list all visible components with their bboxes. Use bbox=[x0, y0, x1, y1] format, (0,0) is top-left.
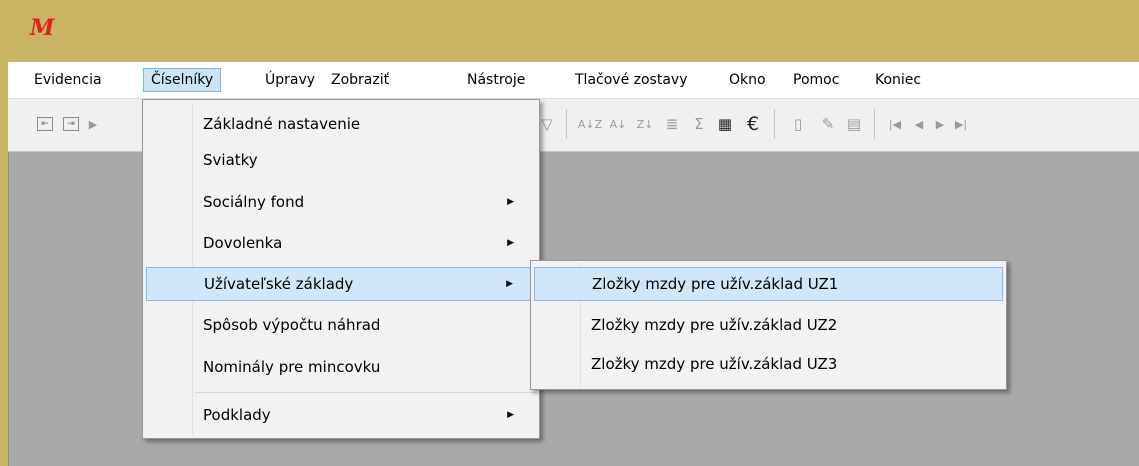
menu-item-label: Základné nastavenie bbox=[203, 115, 361, 133]
back-icon[interactable]: ⇤ bbox=[34, 113, 56, 135]
sort-za-icon[interactable]: Z↓ bbox=[634, 113, 656, 135]
sort-az-down-icon[interactable]: A↓ bbox=[607, 113, 629, 135]
menu-okno[interactable]: Okno bbox=[722, 68, 773, 92]
menu-item-label: Zložky mzdy pre užív.základ UZ1 bbox=[592, 275, 839, 293]
menu-nastroje[interactable]: Nástroje bbox=[460, 68, 532, 92]
menu-item-label: Sviatky bbox=[203, 151, 258, 169]
menu-item-label: Zložky mzdy pre užív.základ UZ2 bbox=[591, 316, 838, 334]
menu-koniec[interactable]: Koniec bbox=[868, 68, 928, 92]
menu-item-label: Užívateľské základy bbox=[204, 275, 354, 293]
properties-icon[interactable]: ▤ bbox=[843, 113, 865, 135]
menu-bar: Evidencia Číselníky Úpravy Zobraziť Nást… bbox=[8, 62, 1139, 99]
menu-item-dovolenka[interactable]: Dovolenka ▶ bbox=[146, 226, 536, 260]
title-bar: M bbox=[0, 0, 1139, 62]
menu-item-uzivatelske-zaklady[interactable]: Užívateľské základy ▶ bbox=[146, 267, 536, 301]
menu-upravy[interactable]: Úpravy bbox=[258, 68, 322, 92]
menu-item-label: Dovolenka bbox=[203, 234, 283, 252]
menu-item-label: Zložky mzdy pre užív.základ UZ3 bbox=[591, 355, 838, 373]
last-record-icon[interactable]: ▶| bbox=[950, 113, 972, 135]
menu-item-label: Spôsob výpočtu náhrad bbox=[203, 316, 381, 334]
submenu-item-uz2[interactable]: Zložky mzdy pre užív.základ UZ2 bbox=[534, 308, 1003, 342]
submenu-arrow-icon: ▶ bbox=[506, 279, 513, 289]
menu-pomoc[interactable]: Pomoc bbox=[786, 68, 846, 92]
sigma-icon[interactable]: Σ bbox=[688, 113, 710, 135]
menu-item-label: Nominály pre mincovku bbox=[203, 358, 381, 376]
menu-item-label: Sociálny fond bbox=[203, 193, 305, 211]
first-record-icon[interactable]: |◀ bbox=[884, 113, 906, 135]
menu-item-socialny-fond[interactable]: Sociálny fond ▶ bbox=[146, 185, 536, 219]
menu-zobrazit[interactable]: Zobraziť bbox=[324, 68, 396, 92]
euro-icon[interactable]: € bbox=[742, 113, 764, 135]
ciselniky-dropdown: Základné nastavenie Sviatky Sociálny fon… bbox=[142, 99, 540, 439]
submenu-item-uz1[interactable]: Zložky mzdy pre užív.základ UZ1 bbox=[534, 267, 1003, 301]
uzivatelske-zaklady-submenu: Zložky mzdy pre užív.základ UZ1 Zložky m… bbox=[530, 260, 1007, 390]
prev-record-icon[interactable]: ◀ bbox=[908, 113, 930, 135]
menu-item-nominaly-pre-mincovku[interactable]: Nominály pre mincovku bbox=[146, 350, 536, 384]
menu-item-sposob-vypoctu-nahrad[interactable]: Spôsob výpočtu náhrad bbox=[146, 308, 536, 342]
menu-item-label: Podklady bbox=[203, 406, 271, 424]
columns-icon[interactable]: ≣ bbox=[661, 113, 683, 135]
edit-icon[interactable]: ✎ bbox=[817, 113, 839, 135]
menu-item-podklady[interactable]: Podklady ▶ bbox=[146, 398, 536, 432]
document-icon[interactable]: ▯ bbox=[787, 113, 809, 135]
app-logo: M bbox=[30, 15, 55, 41]
submenu-item-uz3[interactable]: Zložky mzdy pre užív.základ UZ3 bbox=[534, 347, 1003, 381]
forward-icon[interactable]: ⇥ bbox=[60, 113, 82, 135]
next-record-icon[interactable]: ▶ bbox=[929, 113, 951, 135]
submenu-arrow-icon: ▶ bbox=[507, 197, 514, 207]
menu-ciselniky[interactable]: Číselníky bbox=[143, 68, 222, 92]
play-icon[interactable]: ▶ bbox=[82, 113, 104, 135]
menu-separator bbox=[195, 392, 536, 393]
menu-tlacove-zostavy[interactable]: Tlačové zostavy bbox=[568, 68, 694, 92]
menu-item-zakladne-nastavenie[interactable]: Základné nastavenie bbox=[146, 107, 536, 141]
toolbar-separator bbox=[774, 109, 775, 139]
submenu-arrow-icon: ▶ bbox=[507, 410, 514, 420]
sort-az-icon[interactable]: A↓Z bbox=[578, 113, 602, 135]
toolbar-separator bbox=[874, 109, 875, 139]
menu-item-sviatky[interactable]: Sviatky bbox=[146, 143, 536, 177]
toolbar-separator bbox=[566, 109, 567, 139]
submenu-arrow-icon: ▶ bbox=[507, 238, 514, 248]
menu-evidencia[interactable]: Evidencia bbox=[27, 68, 109, 92]
calculator-icon[interactable]: ▦ bbox=[714, 113, 736, 135]
